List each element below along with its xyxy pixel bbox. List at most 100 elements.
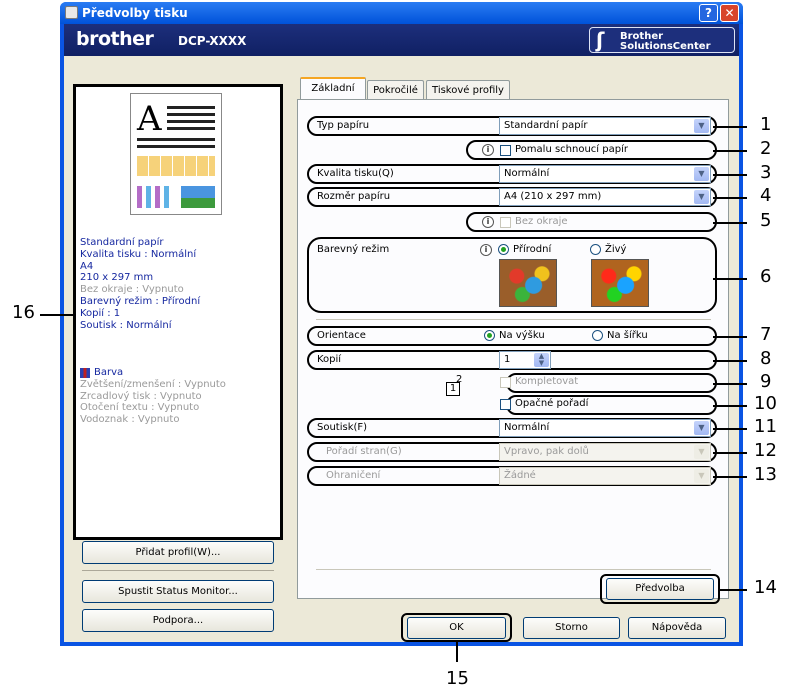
chevron-down-icon: ▼: [694, 190, 709, 204]
slow-dry-label: Pomalu schnoucí papír: [515, 144, 628, 155]
natural-radio[interactable]: [498, 244, 509, 255]
callout-line: [713, 278, 747, 280]
page-preview: A: [130, 93, 222, 215]
window-title: Předvolby tisku: [82, 6, 188, 20]
orientation-label: Orientace: [317, 330, 366, 341]
preview-table: [137, 156, 215, 176]
callout-line: [713, 360, 747, 362]
summary-item: Zvětšení/zmenšení : Vypnuto: [80, 378, 226, 390]
default-button[interactable]: Předvolba: [606, 578, 714, 600]
reverse-checkbox[interactable]: [500, 399, 511, 410]
help-title-button[interactable]: ?: [699, 4, 718, 22]
model-name: DCP-XXXX: [178, 34, 247, 48]
dialog-client: A Standardní papír Kvalita tisku : Normál…: [64, 56, 739, 642]
callout-line: [40, 314, 73, 316]
callout-4: 4: [760, 185, 772, 206]
support-button[interactable]: Podpora...: [82, 609, 274, 632]
color-icon: [80, 368, 90, 378]
settings-summary-panel: A Standardní papír Kvalita tisku : Normál…: [73, 84, 283, 540]
ok-button[interactable]: OK: [407, 617, 506, 639]
callout-7: 7: [760, 324, 772, 345]
status-monitor-button[interactable]: Spustit Status Monitor...: [82, 580, 274, 603]
paper-type-select[interactable]: Standardní papír ▼: [499, 117, 711, 135]
add-profile-button[interactable]: Přidat profil(W)...: [82, 541, 274, 564]
spin-arrows-icon[interactable]: ▲ ▼: [534, 353, 549, 367]
summary-item: Zrcadlový tisk : Vypnuto: [80, 390, 202, 402]
copies-label: Kopií: [317, 354, 342, 365]
chevron-down-icon: ▼: [694, 119, 709, 133]
summary-item: Kvalita tisku : Normální: [80, 248, 197, 260]
tab-advanced[interactable]: Pokročilé: [367, 80, 424, 101]
summary-item: Barva: [94, 367, 124, 378]
solutions-center-button[interactable]: ʃ Brother SolutionsCenter: [589, 27, 735, 53]
info-icon[interactable]: i: [480, 244, 492, 256]
paper-size-label: Rozměr papíru: [317, 191, 391, 202]
chevron-down-icon: ▼: [694, 469, 709, 483]
landscape-label: Na šířku: [607, 330, 648, 341]
title-bar: Předvolby tisku ? ✕: [60, 2, 743, 24]
info-icon[interactable]: i: [482, 216, 494, 228]
vivid-radio[interactable]: [590, 244, 601, 255]
collate-checkbox[interactable]: [500, 377, 511, 388]
summary-item: A4: [80, 260, 94, 272]
divider: [82, 570, 274, 571]
chevron-down-icon: ▼: [694, 445, 709, 459]
tab-basic[interactable]: Základní: [300, 77, 366, 100]
paper-type-value: Standardní papír: [504, 120, 588, 131]
chevron-down-icon: ▼: [694, 167, 709, 181]
preview-line: [167, 106, 215, 109]
slow-dry-checkbox[interactable]: [500, 145, 511, 156]
natural-sample-image: [499, 259, 557, 307]
help-button[interactable]: Nápověda: [628, 617, 726, 639]
vivid-label: Živý: [605, 244, 627, 255]
callout-line: [713, 150, 747, 152]
summary-item: Standardní papír: [80, 237, 164, 248]
copies-stepper[interactable]: 1 ▲ ▼: [499, 351, 551, 369]
tab-print-profiles[interactable]: Tiskové profily: [426, 80, 510, 101]
preview-line: [137, 145, 215, 148]
natural-label: Přírodní: [513, 244, 552, 255]
callout-line: [713, 197, 747, 199]
summary-item: Barevný režim : Přírodní: [80, 296, 201, 307]
border-line-select[interactable]: Žádné ▼: [499, 467, 711, 485]
page-order-value: Vpravo, pak dolů: [504, 446, 589, 457]
collate-page-icon-2: 2: [456, 374, 463, 385]
preview-line: [167, 127, 215, 130]
info-icon[interactable]: i: [482, 144, 494, 156]
callout-line: [456, 642, 458, 662]
callout-10: 10: [754, 393, 777, 414]
landscape-radio[interactable]: [592, 330, 603, 341]
paper-size-select[interactable]: A4 (210 x 297 mm) ▼: [499, 188, 711, 206]
callout-line: [713, 383, 747, 385]
solutions-logo-icon: ʃ: [596, 28, 605, 52]
close-button[interactable]: ✕: [720, 4, 739, 22]
preview-line: [167, 120, 215, 123]
callout-14: 14: [754, 577, 777, 598]
printer-icon: [65, 6, 78, 19]
summary-item: Otočení textu : Vypnuto: [80, 402, 200, 414]
callout-line: [713, 428, 747, 430]
summary-item: Soutisk : Normální: [80, 319, 172, 331]
cancel-button[interactable]: Storno: [523, 617, 620, 639]
divider: [316, 319, 711, 320]
portrait-radio[interactable]: [484, 330, 495, 341]
paper-size-value: A4 (210 x 297 mm): [504, 191, 602, 202]
callout-line: [713, 452, 747, 454]
brand-bar: brother DCP-XXXX ʃ Brother SolutionsCent…: [64, 24, 739, 56]
callout-line: [713, 405, 747, 407]
multipage-value: Normální: [504, 422, 550, 433]
multipage-label: Soutisk(F): [317, 422, 368, 433]
borderless-checkbox[interactable]: [500, 217, 511, 228]
callout-12: 12: [754, 440, 777, 461]
multipage-select[interactable]: Normální ▼: [499, 419, 711, 437]
page-order-select[interactable]: Vpravo, pak dolů ▼: [499, 443, 711, 461]
callout-6: 6: [760, 266, 772, 287]
quality-select[interactable]: Normální ▼: [499, 165, 711, 183]
callout-5: 5: [760, 210, 772, 231]
collate-label: Kompletovat: [515, 376, 579, 387]
callout-15: 15: [446, 668, 469, 689]
callout-line: [713, 126, 747, 128]
summary-item: Kopií : 1: [80, 307, 121, 319]
portrait-label: Na výšku: [499, 330, 545, 341]
quality-label: Kvalita tisku(Q): [317, 168, 394, 179]
